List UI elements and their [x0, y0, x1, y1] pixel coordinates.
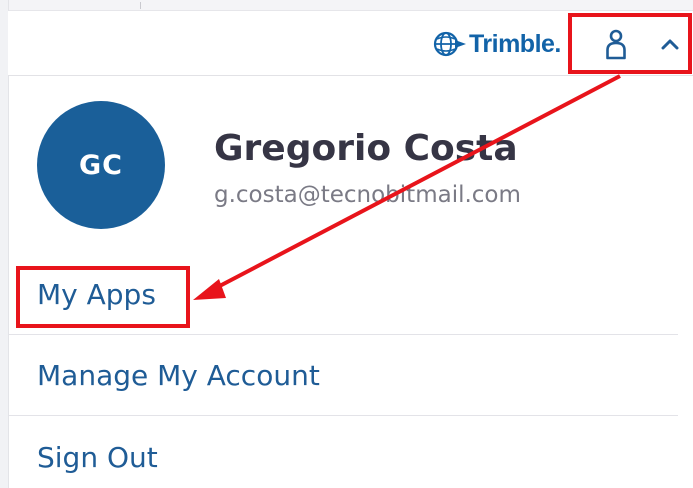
user-email: g.costa@tecnobitmail.com — [214, 182, 521, 208]
logo-text: Trimble. — [469, 29, 561, 58]
globe-icon — [433, 31, 466, 57]
menu-item-manage-account[interactable]: Manage My Account — [8, 336, 678, 416]
page-top-strip — [0, 0, 693, 11]
user-menu-dropdown: Trimble. GC Gregorio Costa g.costa@tecno… — [0, 0, 693, 488]
trimble-logo[interactable]: Trimble. — [433, 29, 561, 59]
divider — [140, 2, 141, 9]
menu-item-sign-out[interactable]: Sign Out — [8, 417, 678, 488]
user-name: Gregorio Costa — [214, 128, 518, 169]
annotation-box-my-apps — [16, 266, 190, 328]
menu-item-label: Manage My Account — [37, 359, 320, 392]
avatar: GC — [37, 101, 165, 229]
annotation-box-user-button — [568, 13, 692, 74]
menu-item-label: Sign Out — [37, 440, 158, 474]
